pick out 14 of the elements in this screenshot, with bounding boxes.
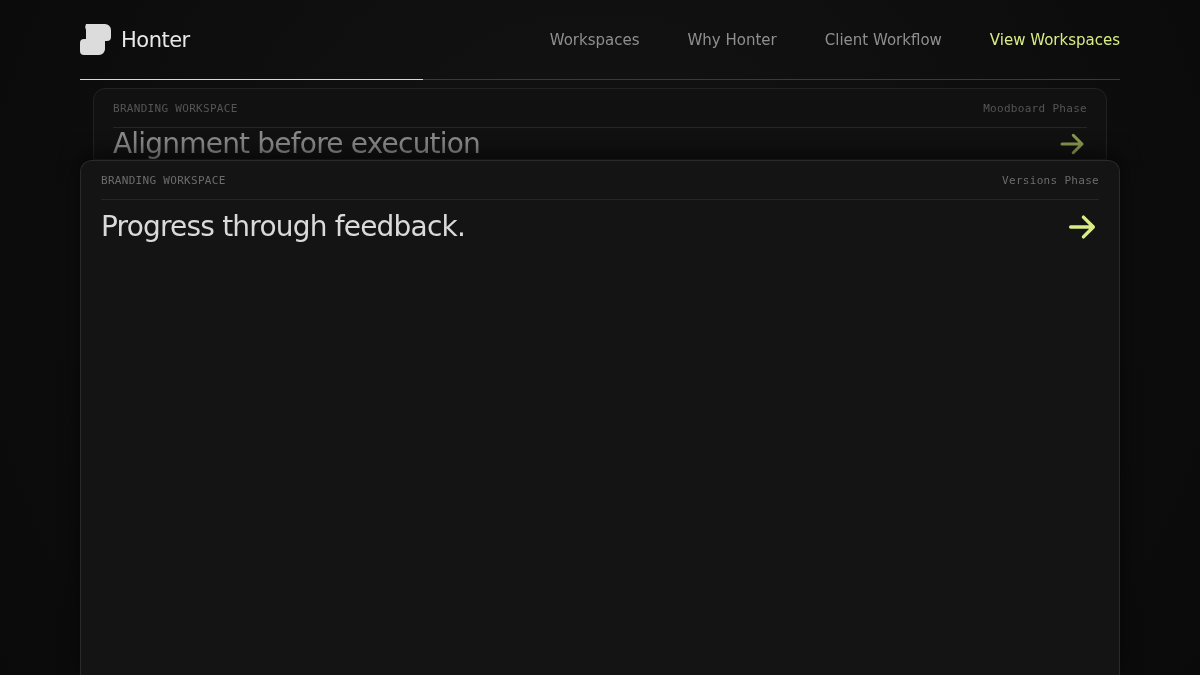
workspace-card[interactable]: BRANDING WORKSPACE Versions Phase Progress through feedback. bbox=[80, 160, 1120, 675]
nav-link[interactable]: Workspaces bbox=[549, 30, 640, 49]
logo-icon bbox=[80, 24, 111, 55]
card-title: Progress through feedback. bbox=[101, 211, 466, 243]
brand-name: Honter bbox=[121, 27, 190, 52]
workspace-card[interactable]: BRANDING WORKSPACE Moodboard Phase Alignment before execution bbox=[93, 88, 1107, 160]
card-title: Alignment before execution bbox=[113, 129, 481, 159]
card-phase: Versions Phase bbox=[1002, 173, 1099, 187]
card-phase: Moodboard Phase bbox=[983, 101, 1087, 115]
card-category: BRANDING WORKSPACE bbox=[101, 173, 226, 187]
card-category: BRANDING WORKSPACE bbox=[113, 101, 238, 115]
nav-link[interactable]: Client Workflow bbox=[824, 30, 942, 49]
nav-link[interactable]: View Workspaces bbox=[989, 30, 1120, 49]
nav-link[interactable]: Why Honter bbox=[687, 30, 777, 49]
